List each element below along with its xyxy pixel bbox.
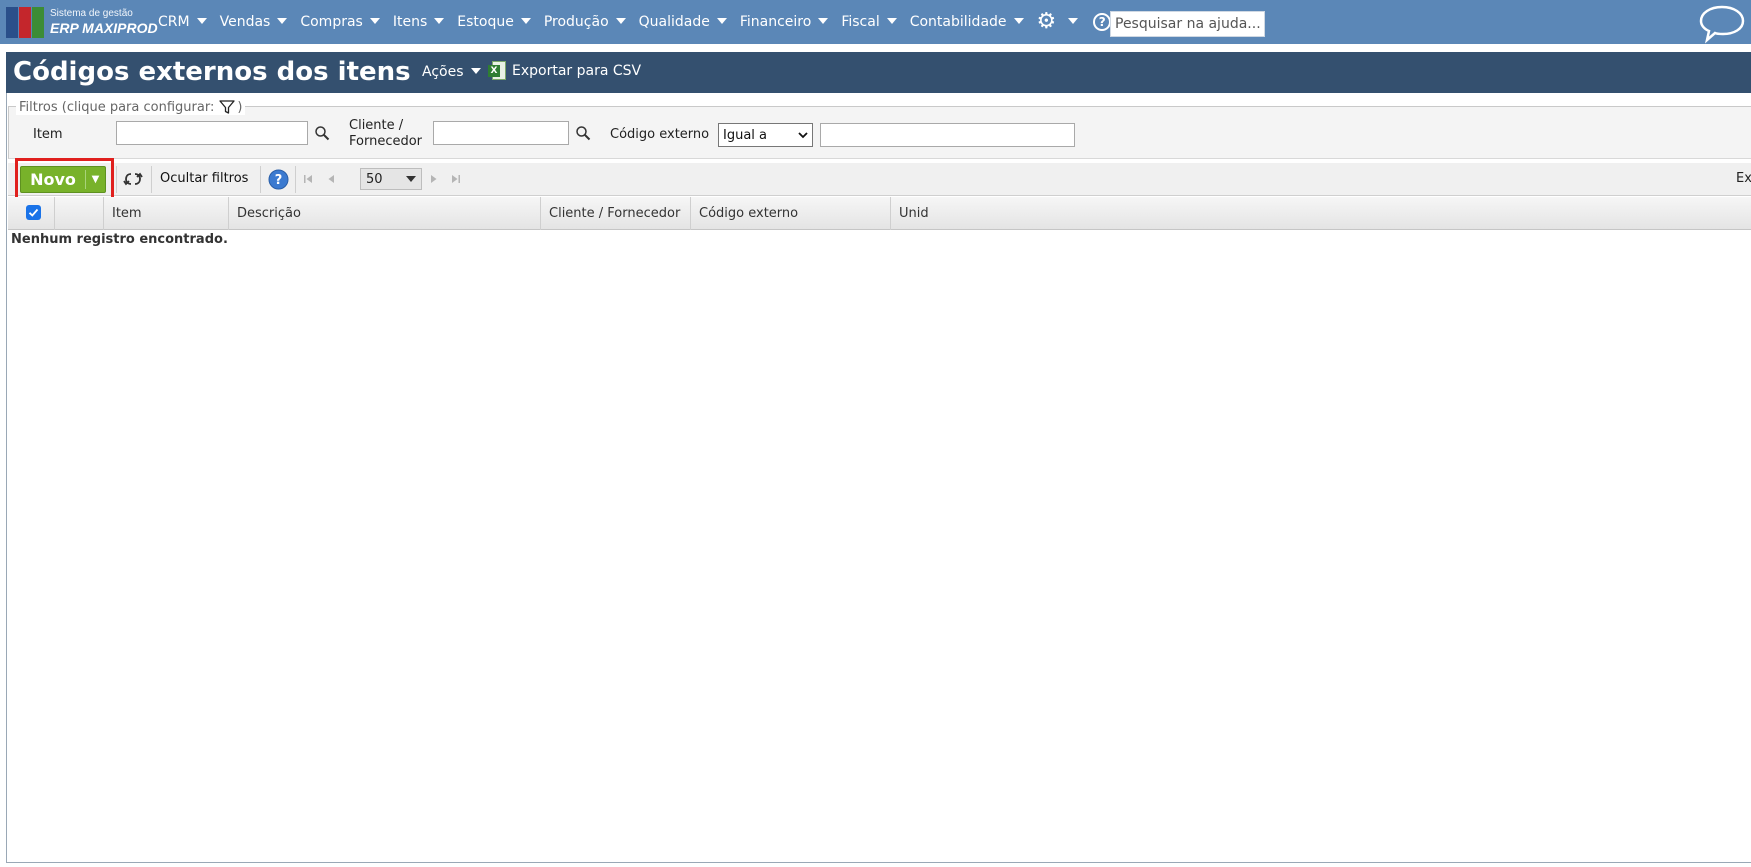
hide-filters-button[interactable]: Ocultar filtros — [160, 171, 248, 186]
toolbar-divider — [295, 166, 296, 193]
chat-bubble-icon[interactable] — [1698, 4, 1746, 44]
main-menu: CRM Vendas Compras Itens Estoque Produçã… — [158, 0, 1146, 44]
menu-label: Produção — [543, 14, 609, 30]
logo-title: ERP MAXIPROD — [50, 20, 158, 36]
refresh-icon[interactable] — [123, 170, 143, 188]
caret-down-icon — [1013, 17, 1024, 24]
menu-label: Vendas — [219, 14, 271, 30]
menu-label: Contabilidade — [909, 14, 1007, 30]
export-csv-button[interactable]: X Exportar para CSV — [488, 61, 641, 81]
menu-producao[interactable]: Produção — [544, 14, 626, 30]
filters-legend-text: Filtros (clique para configurar: — [19, 99, 215, 115]
page-size-value: 50 — [366, 171, 383, 187]
filters-legend[interactable]: Filtros (clique para configurar: ) — [16, 99, 246, 115]
menu-label: Financeiro — [739, 14, 812, 30]
filter-item-input[interactable] — [116, 121, 308, 145]
menu-label: Itens — [392, 14, 428, 30]
help-icon[interactable]: ? — [268, 169, 289, 190]
caret-down-icon — [369, 17, 380, 24]
grid-actions-column — [55, 197, 104, 230]
column-header-item[interactable]: Item — [104, 197, 229, 230]
column-header-cliente-fornecedor[interactable]: Cliente / Fornecedor — [541, 197, 691, 230]
filters-legend-close: ) — [237, 99, 243, 115]
help-search-input[interactable] — [1110, 11, 1265, 37]
menu-fiscal[interactable]: Fiscal — [841, 14, 897, 30]
column-header-unid[interactable]: Unid — [891, 197, 1751, 230]
page-size-select[interactable]: 50 — [360, 168, 422, 190]
filter-code-label: Código externo — [610, 127, 710, 142]
logo-mark-icon — [6, 7, 44, 38]
last-page-icon[interactable] — [450, 173, 462, 185]
search-icon[interactable] — [314, 125, 330, 141]
caret-down-icon — [716, 17, 727, 24]
caret-down-icon — [277, 17, 288, 24]
actions-menu[interactable]: Ações — [422, 64, 481, 80]
content-frame-bottom — [6, 862, 1751, 863]
menu-estoque[interactable]: Estoque — [457, 14, 531, 30]
excel-icon: X — [488, 61, 506, 81]
actions-label: Ações — [422, 64, 464, 80]
page-title: Códigos externos dos itens — [13, 57, 411, 87]
menu-label: Fiscal — [841, 14, 880, 30]
export-label: Exportar para CSV — [512, 63, 642, 79]
menu-itens[interactable]: Itens — [392, 14, 445, 30]
caret-down-icon — [1068, 17, 1079, 24]
caret-down-icon — [434, 17, 445, 24]
filter-client-input[interactable] — [433, 121, 569, 145]
help-circle-icon: ? — [1093, 13, 1112, 31]
caret-down-icon — [818, 17, 829, 24]
menu-qualidade[interactable]: Qualidade — [639, 14, 727, 30]
caret-down-icon — [406, 176, 416, 182]
top-navigation-bar: Sistema de gestão ERP MAXIPROD CRM Venda… — [0, 0, 1751, 44]
content-frame-left — [6, 93, 7, 863]
select-all-checkbox[interactable] — [26, 205, 41, 220]
erp-logo[interactable]: Sistema de gestão ERP MAXIPROD — [6, 7, 158, 39]
menu-crm[interactable]: CRM — [158, 14, 207, 30]
previous-page-icon[interactable] — [325, 173, 337, 185]
caret-down-icon — [615, 17, 626, 24]
logo-subtitle: Sistema de gestão — [50, 8, 133, 19]
toolbar-divider — [116, 166, 117, 193]
next-page-icon[interactable] — [428, 173, 440, 185]
column-header-codigo-externo[interactable]: Código externo — [691, 197, 891, 230]
empty-grid-message: Nenhum registro encontrado. — [11, 232, 228, 247]
chevron-down-icon — [798, 132, 808, 139]
page-header: Códigos externos dos itens Ações X Expor… — [6, 52, 1751, 93]
filter-code-operator-select[interactable]: Igual a — [718, 123, 813, 147]
filter-code-input[interactable] — [820, 123, 1075, 147]
menu-compras[interactable]: Compras — [300, 14, 380, 30]
menu-label: Estoque — [457, 14, 514, 30]
caret-down-icon — [520, 17, 531, 24]
menu-financeiro[interactable]: Financeiro — [739, 14, 829, 30]
menu-label: CRM — [158, 14, 190, 30]
gear-icon: ⚙ — [1036, 9, 1057, 34]
filter-code-operator-value: Igual a — [723, 127, 768, 143]
toolbar-divider — [151, 166, 152, 193]
highlight-box — [15, 158, 114, 201]
first-page-icon[interactable] — [302, 173, 314, 185]
filter-client-label-line2: Fornecedor — [349, 134, 423, 149]
caret-down-icon — [886, 17, 897, 24]
column-header-descricao[interactable]: Descrição — [229, 197, 541, 230]
check-icon — [28, 208, 39, 217]
menu-vendas[interactable]: Vendas — [220, 14, 288, 30]
filter-item-label: Item — [33, 127, 63, 142]
toolbar-cut-off-text[interactable]: Ex — [1736, 171, 1751, 186]
menu-settings[interactable]: ⚙ — [1037, 11, 1079, 33]
funnel-icon[interactable] — [219, 99, 235, 115]
toolbar-divider — [260, 166, 261, 193]
svg-text:?: ? — [275, 173, 283, 188]
caret-down-icon — [196, 17, 207, 24]
menu-label: Compras — [300, 14, 363, 30]
search-icon[interactable] — [575, 125, 591, 141]
menu-contabilidade[interactable]: Contabilidade — [910, 14, 1024, 30]
menu-label: Qualidade — [638, 14, 710, 30]
filter-client-label-line1: Cliente / — [349, 118, 404, 133]
filter-client-label: Cliente / Fornecedor — [349, 118, 422, 150]
caret-down-icon — [470, 67, 481, 74]
